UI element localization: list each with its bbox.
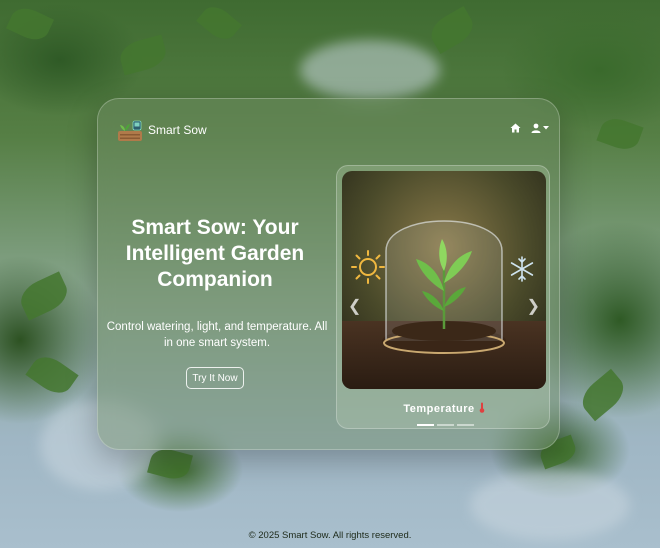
hero-title: Smart Sow: Your Intelligent Garden Compa… — [125, 216, 305, 291]
nav-actions — [510, 123, 549, 133]
carousel-next-arrow[interactable]: ❯ — [527, 296, 540, 316]
carousel-caption-text: Temperature — [403, 403, 475, 415]
hero-card: Smart Sow Smart Sow: Your Intelligent Ga… — [97, 98, 560, 450]
carousel-indicator[interactable] — [457, 424, 474, 426]
feature-carousel: ❮ ❯ Temperature — [336, 165, 550, 429]
carousel-prev-arrow[interactable]: ❮ — [348, 296, 361, 316]
caret-down-icon — [543, 126, 549, 130]
thermometer-icon — [479, 402, 485, 415]
try-it-now-button[interactable]: Try It Now — [186, 367, 244, 389]
carousel-indicators — [417, 424, 474, 426]
user-menu[interactable] — [531, 123, 549, 133]
home-icon[interactable] — [510, 123, 521, 133]
carousel-slide-image: ❮ ❯ — [342, 171, 546, 389]
smart-sow-logo[interactable] — [116, 119, 144, 143]
carousel-indicator[interactable] — [437, 424, 454, 426]
user-icon — [531, 123, 541, 133]
snowflake-icon — [510, 256, 534, 282]
carousel-indicator[interactable] — [417, 424, 434, 426]
brand-name[interactable]: Smart Sow — [148, 123, 207, 137]
sun-icon — [351, 250, 385, 284]
hero-description: Control watering, light, and temperature… — [106, 321, 328, 349]
footer-copyright: © 2025 Smart Sow. All rights reserved. — [248, 530, 412, 541]
carousel-caption: Temperature — [337, 402, 551, 415]
